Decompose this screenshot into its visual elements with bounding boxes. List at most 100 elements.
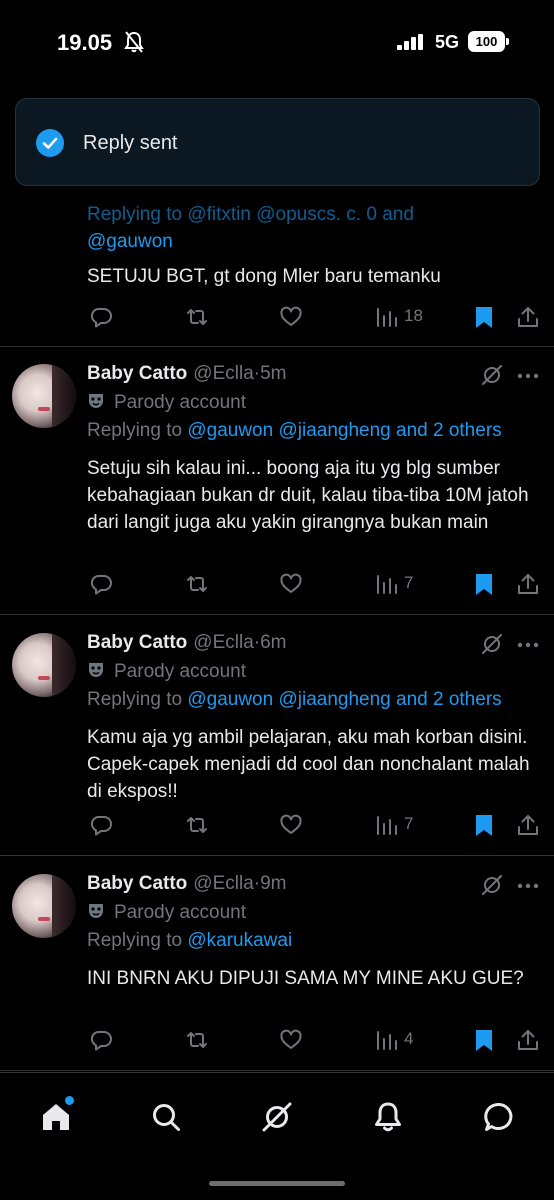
- grok-icon[interactable]: [481, 633, 503, 655]
- home-icon: [43, 1104, 69, 1130]
- tweet-card[interactable]: Baby Catto @Eclla·5m Parody account Reply…: [0, 347, 554, 615]
- reply-button[interactable]: [86, 569, 116, 599]
- retweet-button[interactable]: [182, 569, 212, 599]
- user-handle[interactable]: @Eclla: [193, 632, 253, 653]
- parody-label: Parody account: [114, 392, 247, 413]
- display-name[interactable]: Baby Catto: [87, 363, 187, 384]
- view-count: 18: [404, 306, 423, 325]
- user-handle[interactable]: @Eclla: [193, 873, 253, 894]
- heart-icon: [280, 1029, 302, 1049]
- parody-label-row: Parody account: [87, 902, 246, 926]
- nav-notifications[interactable]: [370, 1099, 406, 1135]
- avatar[interactable]: [12, 364, 76, 428]
- reply-button[interactable]: [86, 810, 116, 840]
- more-dots-icon[interactable]: [517, 883, 539, 889]
- reply-icon: [90, 816, 112, 836]
- bottom-nav: [0, 1072, 554, 1200]
- tweet-card[interactable]: Baby Catto @Eclla·6m Parody account Reply…: [0, 616, 554, 856]
- display-name[interactable]: Baby Catto: [87, 873, 187, 894]
- retweet-button[interactable]: [182, 810, 212, 840]
- retweet-button[interactable]: [182, 302, 212, 332]
- heart-icon: [280, 306, 302, 326]
- bookmark-filled-icon: [476, 574, 492, 595]
- tweet-header: Baby Catto @Eclla·9m: [87, 873, 287, 897]
- bell-icon: [375, 1102, 401, 1132]
- bookmark-filled-icon: [476, 1030, 492, 1051]
- partial-tweet[interactable]: Replying to @fitxtin @opuscs. c. 0 and @…: [0, 186, 554, 347]
- reply-button[interactable]: [86, 302, 116, 332]
- network-label: 5G: [435, 32, 460, 52]
- bookmark-button[interactable]: [469, 302, 499, 332]
- retweet-button[interactable]: [182, 1025, 212, 1055]
- grok-icon[interactable]: [481, 364, 503, 386]
- nav-grok[interactable]: [259, 1099, 295, 1135]
- views-button[interactable]: 18: [372, 302, 442, 332]
- tweet-text: Kamu aja yg ambil pelajaran, aku mah kor…: [87, 727, 530, 802]
- grok-icon: [262, 1102, 292, 1132]
- more-dots-icon[interactable]: [517, 642, 539, 648]
- tweet-timestamp[interactable]: 6m: [260, 632, 286, 653]
- replying-to: Replying to @gauwon @jiaangheng and 2 ot…: [87, 420, 502, 442]
- message-bubble-icon: [484, 1103, 513, 1131]
- parody-label: Parody account: [114, 661, 247, 682]
- share-button[interactable]: [513, 569, 543, 599]
- like-button[interactable]: [276, 1025, 306, 1055]
- tweet-timestamp[interactable]: 9m: [260, 873, 286, 894]
- tweet-header: Baby Catto @Eclla·5m: [87, 363, 287, 387]
- action-bar: 18: [0, 302, 554, 332]
- check-circle-icon: [36, 129, 64, 157]
- bell-slash-icon: [124, 31, 144, 53]
- grok-icon[interactable]: [481, 874, 503, 896]
- nav-home[interactable]: [38, 1096, 74, 1135]
- partial-mention-link[interactable]: @gauwon: [87, 231, 173, 253]
- bookmark-button[interactable]: [469, 569, 499, 599]
- views-bars-icon: [377, 816, 397, 835]
- reply-icon: [90, 308, 112, 328]
- avatar[interactable]: [12, 874, 76, 938]
- theater-mask-icon: [89, 904, 103, 918]
- heart-icon: [280, 814, 302, 834]
- like-button[interactable]: [276, 569, 306, 599]
- display-name[interactable]: Baby Catto: [87, 632, 187, 653]
- tweet-text: INI BNRN AKU DIPUJI SAMA MY MINE AKU GUE…: [87, 968, 524, 989]
- share-button[interactable]: [513, 1025, 543, 1055]
- views-bars-icon: [377, 575, 397, 594]
- battery-level: 100: [468, 31, 505, 52]
- tweet-timestamp[interactable]: 5m: [260, 363, 286, 384]
- reply-sent-toast[interactable]: Reply sent: [15, 98, 540, 186]
- action-bar: 7: [0, 810, 554, 840]
- more-dots-icon[interactable]: [517, 373, 539, 379]
- views-button[interactable]: 4: [372, 1025, 442, 1055]
- replying-to-mentions[interactable]: @karukawai: [187, 930, 292, 951]
- share-icon: [518, 307, 538, 327]
- nav-search[interactable]: [148, 1099, 184, 1135]
- partial-tweet-text: SETUJU BGT, gt dong Mler baru temanku: [87, 266, 441, 287]
- reply-button[interactable]: [86, 1025, 116, 1055]
- replying-to-mentions[interactable]: @gauwon @jiaangheng and 2 others: [187, 420, 501, 441]
- toast-message: Reply sent: [83, 132, 178, 154]
- retweet-icon: [187, 576, 207, 592]
- tweet-card[interactable]: Baby Catto @Eclla·9m Parody account Reply…: [0, 857, 554, 1071]
- replying-to: Replying to @karukawai: [87, 930, 292, 952]
- like-button[interactable]: [276, 810, 306, 840]
- partial-reply-line: Replying to @fitxtin @opuscs. c. 0 and: [87, 204, 414, 225]
- bookmark-button[interactable]: [469, 1025, 499, 1055]
- bookmark-filled-icon: [476, 307, 492, 328]
- tweet-text: Setuju sih kalau ini... boong aja itu yg…: [87, 458, 529, 533]
- avatar[interactable]: [12, 633, 76, 697]
- share-button[interactable]: [513, 302, 543, 332]
- reply-icon: [90, 575, 112, 595]
- views-button[interactable]: 7: [372, 569, 442, 599]
- views-button[interactable]: 7: [372, 810, 442, 840]
- tweet-header: Baby Catto @Eclla·6m: [87, 632, 287, 656]
- like-button[interactable]: [276, 302, 306, 332]
- home-indicator[interactable]: [209, 1181, 345, 1186]
- share-icon: [518, 574, 538, 594]
- retweet-icon: [187, 309, 207, 325]
- share-button[interactable]: [513, 810, 543, 840]
- nav-messages[interactable]: [481, 1099, 517, 1135]
- replying-to-mentions[interactable]: @gauwon @jiaangheng and 2 others: [187, 689, 501, 710]
- share-icon: [518, 815, 538, 835]
- user-handle[interactable]: @Eclla: [193, 363, 253, 384]
- bookmark-button[interactable]: [469, 810, 499, 840]
